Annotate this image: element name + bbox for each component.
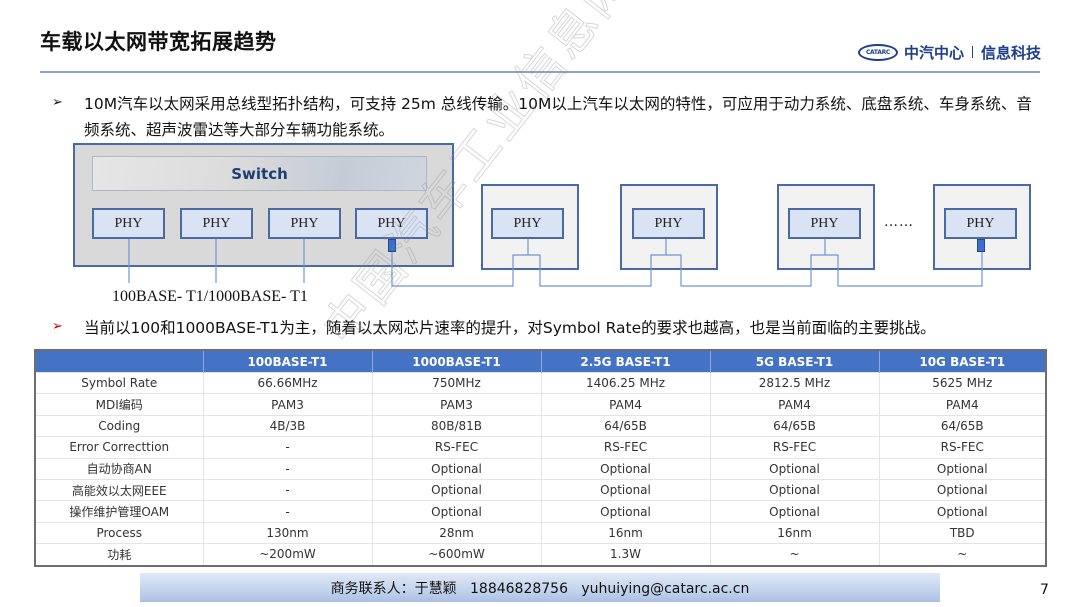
table-row: 自动协商AN - Optional Optional Optional Optional (34, 457, 1046, 480)
table-row: 操作维护管理OAM - Optional Optional Optional Option… (34, 500, 1046, 523)
table-cell: PAM3 (202, 393, 372, 416)
arrow-bullet-icon: ➢ (52, 319, 63, 334)
table-header-row: 100BASE-T1 1000BASE-T1 2.5G BASE-T1 5G BASE… (35, 350, 1046, 373)
table-cell: 1.3W (540, 543, 710, 566)
table-cell: RS-FEC (540, 436, 710, 459)
table-header-cell: 10G BASE-T1 (878, 350, 1046, 373)
table-cell: - (202, 500, 372, 523)
table-cell: ~200mW (202, 543, 372, 566)
table-cell: PAM4 (878, 393, 1046, 416)
table-cell: 1406.25 MHz (540, 371, 710, 394)
table-cell: Optional (540, 478, 710, 501)
table-cell: RS-FEC (878, 436, 1046, 459)
table-cell: PAM4 (709, 393, 879, 416)
row-label: 自动协商AN (34, 457, 203, 480)
table-cell: Optional (709, 500, 879, 523)
table-cell: 64/65B (878, 414, 1046, 437)
table-cell: ~ (709, 543, 879, 566)
table-row: 功耗 ~200mW ~600mW 1.3W ~ ~ (34, 543, 1046, 566)
table-cell: 80B/81B (371, 414, 541, 437)
table-cell: - (202, 457, 372, 480)
table-cell: Optional (371, 500, 541, 523)
table-cell: PAM3 (371, 393, 541, 416)
table-row: Error Correcttion - RS-FEC RS-FEC RS-FEC RS-F… (34, 436, 1046, 459)
table-header-cell: 100BASE-T1 (202, 350, 372, 373)
table-row: Symbol Rate 66.66MHz 750MHz 1406.25 MHz 2812… (34, 371, 1046, 394)
table-cell: Optional (878, 478, 1046, 501)
table-cell: RS-FEC (371, 436, 541, 459)
table-cell: 750MHz (371, 371, 541, 394)
page-number: 7 (1040, 582, 1049, 598)
row-label: MDI编码 (34, 393, 203, 416)
row-label: Coding (34, 414, 203, 437)
speed-label: 100BASE- T1/1000BASE- T1 (112, 288, 308, 305)
row-label: 高能效以太网EEE (34, 478, 203, 501)
table-cell: 64/65B (709, 414, 879, 437)
row-label: Symbol Rate (34, 371, 203, 394)
row-label: Error Correcttion (34, 436, 203, 459)
table-cell: 64/65B (540, 414, 710, 437)
table-cell: 4B/3B (202, 414, 372, 437)
table-cell: 16nm (540, 521, 710, 544)
table-cell: Optional (709, 478, 879, 501)
table-header-cell: 2.5G BASE-T1 (540, 350, 710, 373)
table-header-cell: 1000BASE-T1 (371, 350, 541, 373)
table-cell: ~ (878, 543, 1046, 566)
row-label: 操作维护管理OAM (34, 500, 203, 523)
table-row: MDI编码 PAM3 PAM3 PAM4 PAM4 PAM4 (34, 393, 1046, 416)
row-label: Process (34, 521, 203, 544)
contact-footer: 商务联系人：于慧颖 18846828756 yuhuiying@catarc.a… (140, 573, 940, 602)
table-cell: 5625 MHz (878, 371, 1046, 394)
table-cell: 28nm (371, 521, 541, 544)
table-cell: Optional (709, 457, 879, 480)
table-header-blank (35, 350, 203, 373)
bus-segment-1 (391, 252, 983, 287)
table-cell: Optional (371, 457, 541, 480)
table-row: Coding 4B/3B 80B/81B 64/65B 64/65B 64/65B (34, 414, 1046, 437)
table-cell: 16nm (709, 521, 879, 544)
table-cell: TBD (878, 521, 1046, 544)
bullet-text-symbol-rate: 当前以100和1000BASE-T1为主，随着以太网芯片速率的提升，对Symbo… (84, 319, 936, 337)
table-cell: 2812.5 MHz (709, 371, 879, 394)
table-cell: RS-FEC (709, 436, 879, 459)
table-row: 高能效以太网EEE - Optional Optional Optional Option… (34, 478, 1046, 501)
row-label: 功耗 (34, 543, 203, 566)
table-cell: Optional (540, 457, 710, 480)
table-cell: 66.66MHz (202, 371, 372, 394)
table-cell: Optional (878, 457, 1046, 480)
table-cell: Optional (878, 500, 1046, 523)
table-cell: 130nm (202, 521, 372, 544)
table-cell: ~600mW (371, 543, 541, 566)
table-header-cell: 5G BASE-T1 (709, 350, 879, 373)
contact-info: 商务联系人：于慧颖 18846828756 yuhuiying@catarc.a… (330, 580, 750, 597)
table-cell: - (202, 436, 372, 459)
table-row: Process 130nm 28nm 16nm 16nm TBD (34, 521, 1046, 544)
ethernet-spec-table: 100BASE-T1 1000BASE-T1 2.5G BASE-T1 5G BASE… (34, 349, 1047, 567)
table-cell: Optional (540, 500, 710, 523)
table-cell: PAM4 (540, 393, 710, 416)
table-cell: - (202, 478, 372, 501)
table-cell: Optional (371, 478, 541, 501)
